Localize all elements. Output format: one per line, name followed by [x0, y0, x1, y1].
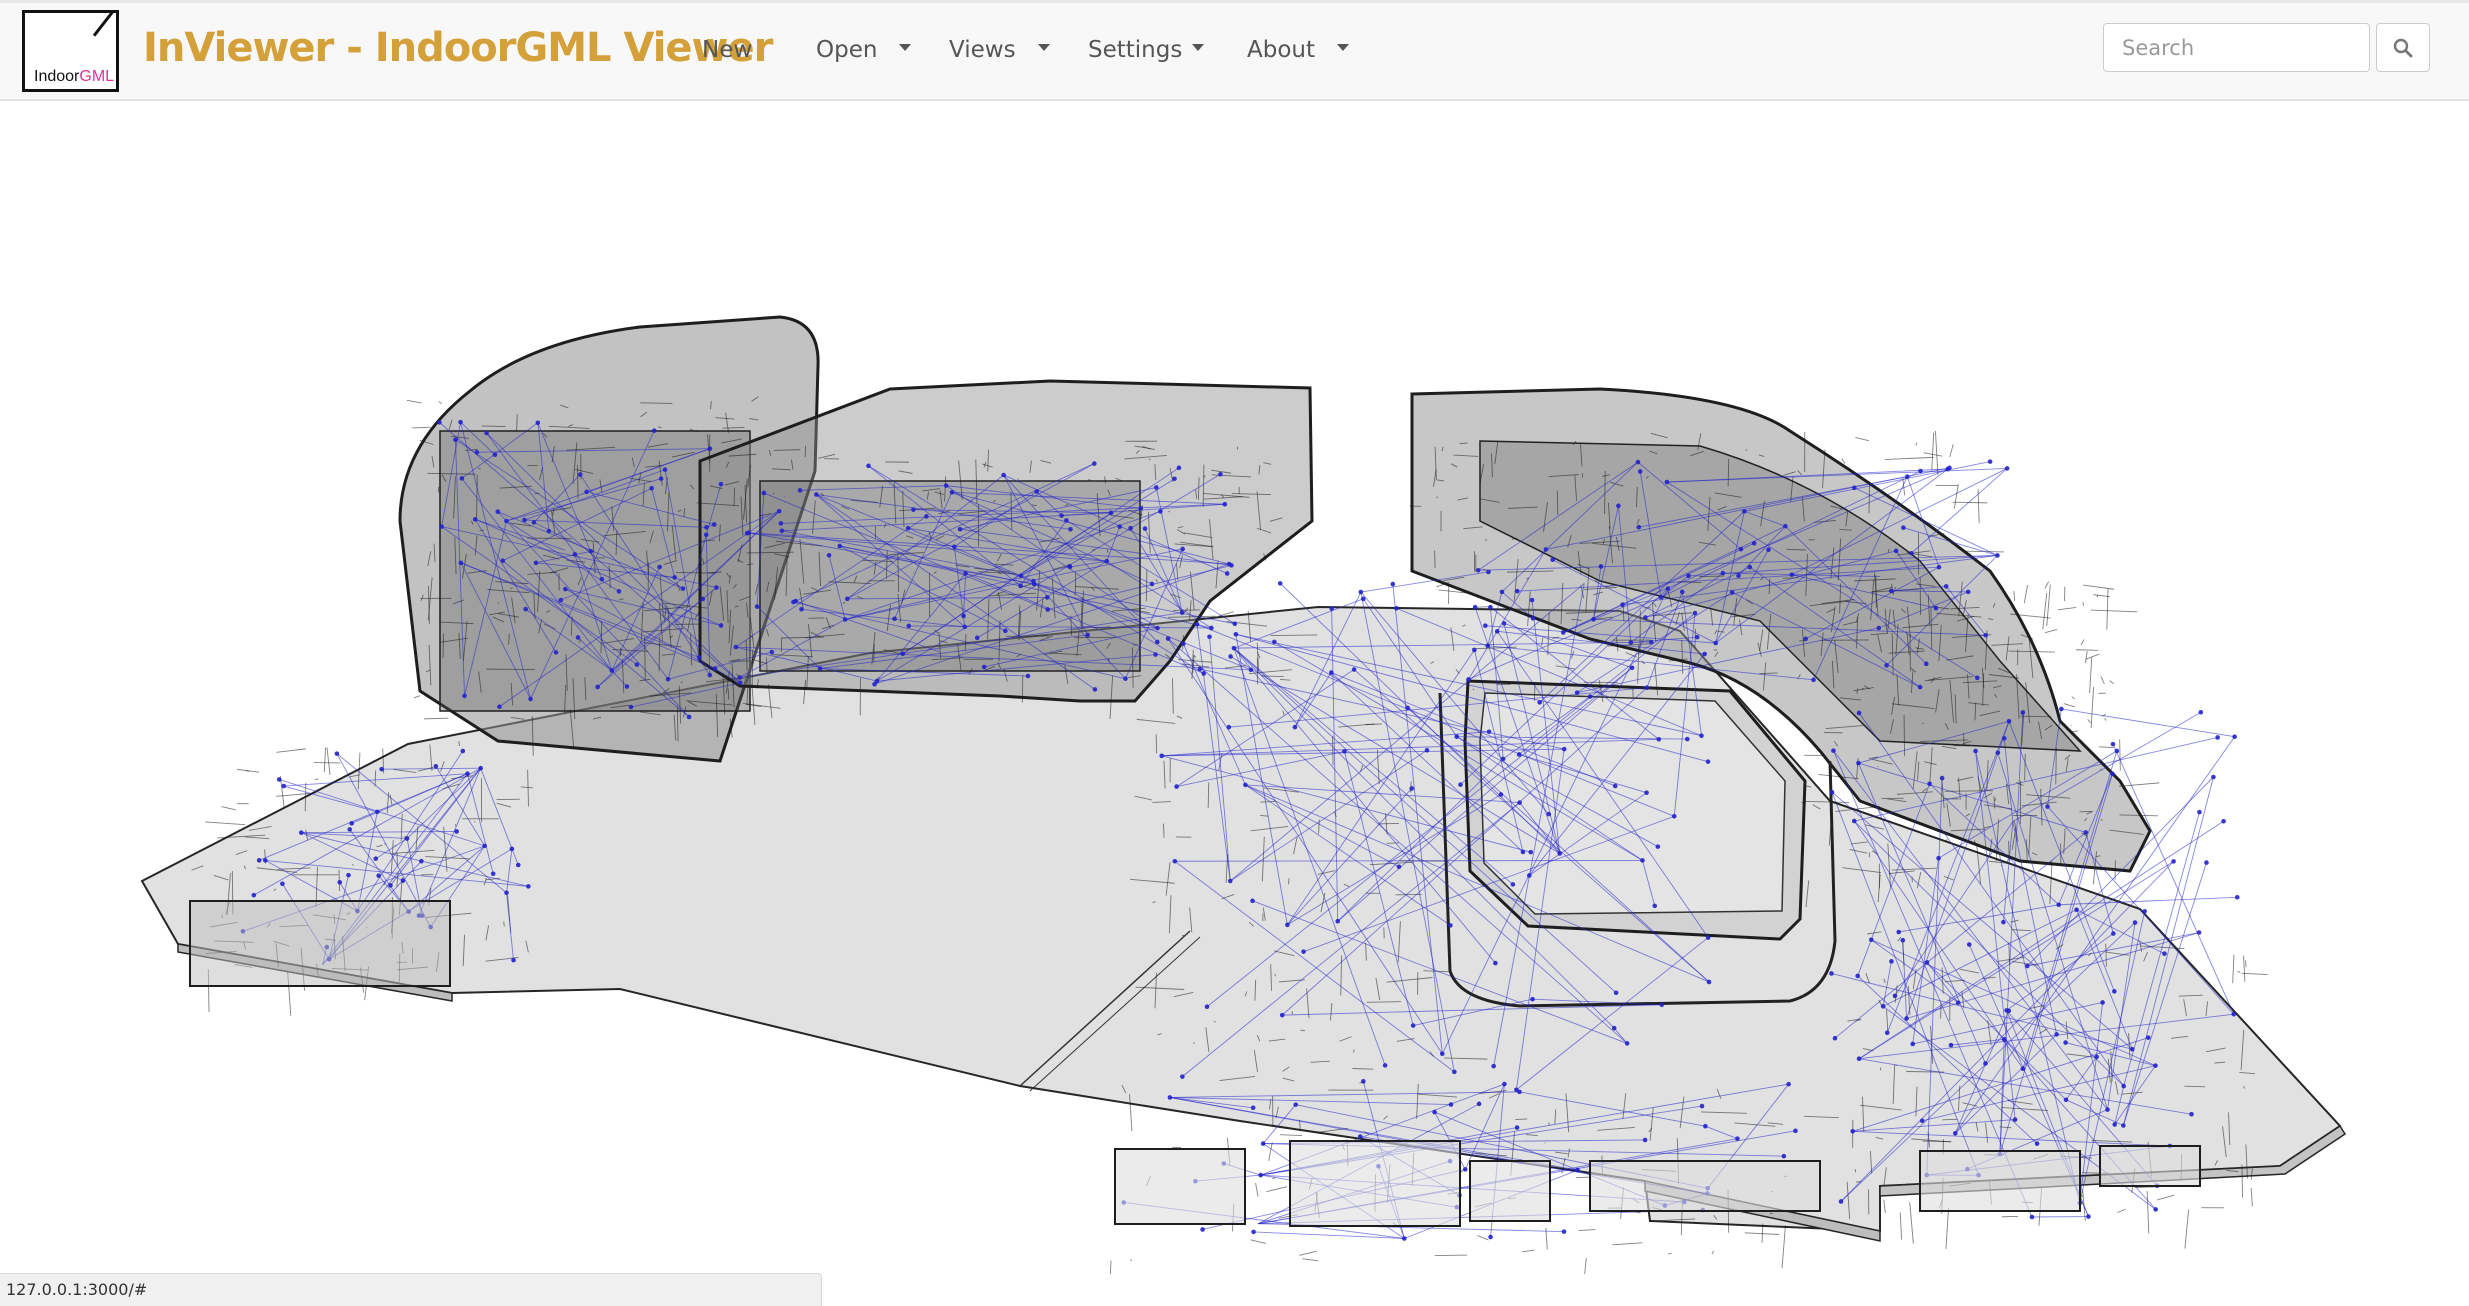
menu-views[interactable]: Views	[949, 37, 1050, 63]
menu-settings-label: Settings	[1088, 37, 1183, 63]
search-button[interactable]	[2376, 23, 2430, 72]
indoor-model-render	[140, 315, 2347, 1274]
logo-text-plain: Indoor	[34, 68, 80, 85]
menu-open-label: Open	[816, 37, 878, 63]
chevron-down-icon	[899, 44, 912, 51]
indoorgml-logo[interactable]: IndoorGML	[22, 10, 119, 92]
top-navbar: IndoorGML InViewer - IndoorGML Viewer Ne…	[0, 0, 2469, 101]
chevron-down-icon	[1037, 44, 1050, 51]
menu-about-label: About	[1247, 37, 1316, 63]
status-bar-url: 127.0.0.1:3000/#	[0, 1273, 822, 1306]
logo-text-accent: GML	[79, 68, 115, 85]
menu-open[interactable]: Open	[816, 37, 912, 63]
menu-new[interactable]: New	[702, 37, 752, 63]
search-icon	[2393, 38, 2413, 57]
search-input[interactable]	[2103, 23, 2370, 72]
chevron-down-icon	[1192, 44, 1205, 51]
3d-viewport[interactable]	[0, 101, 2469, 1274]
logo-slash-mark	[92, 11, 114, 37]
menu-settings[interactable]: Settings	[1088, 37, 1205, 63]
app-title[interactable]: InViewer - IndoorGML Viewer	[143, 25, 773, 71]
menu-new-label: New	[702, 37, 753, 63]
logo-text: IndoorGML	[34, 68, 114, 86]
menu-about[interactable]: About	[1247, 37, 1350, 63]
menu-views-label: Views	[949, 37, 1016, 63]
chevron-down-icon	[1337, 44, 1350, 51]
